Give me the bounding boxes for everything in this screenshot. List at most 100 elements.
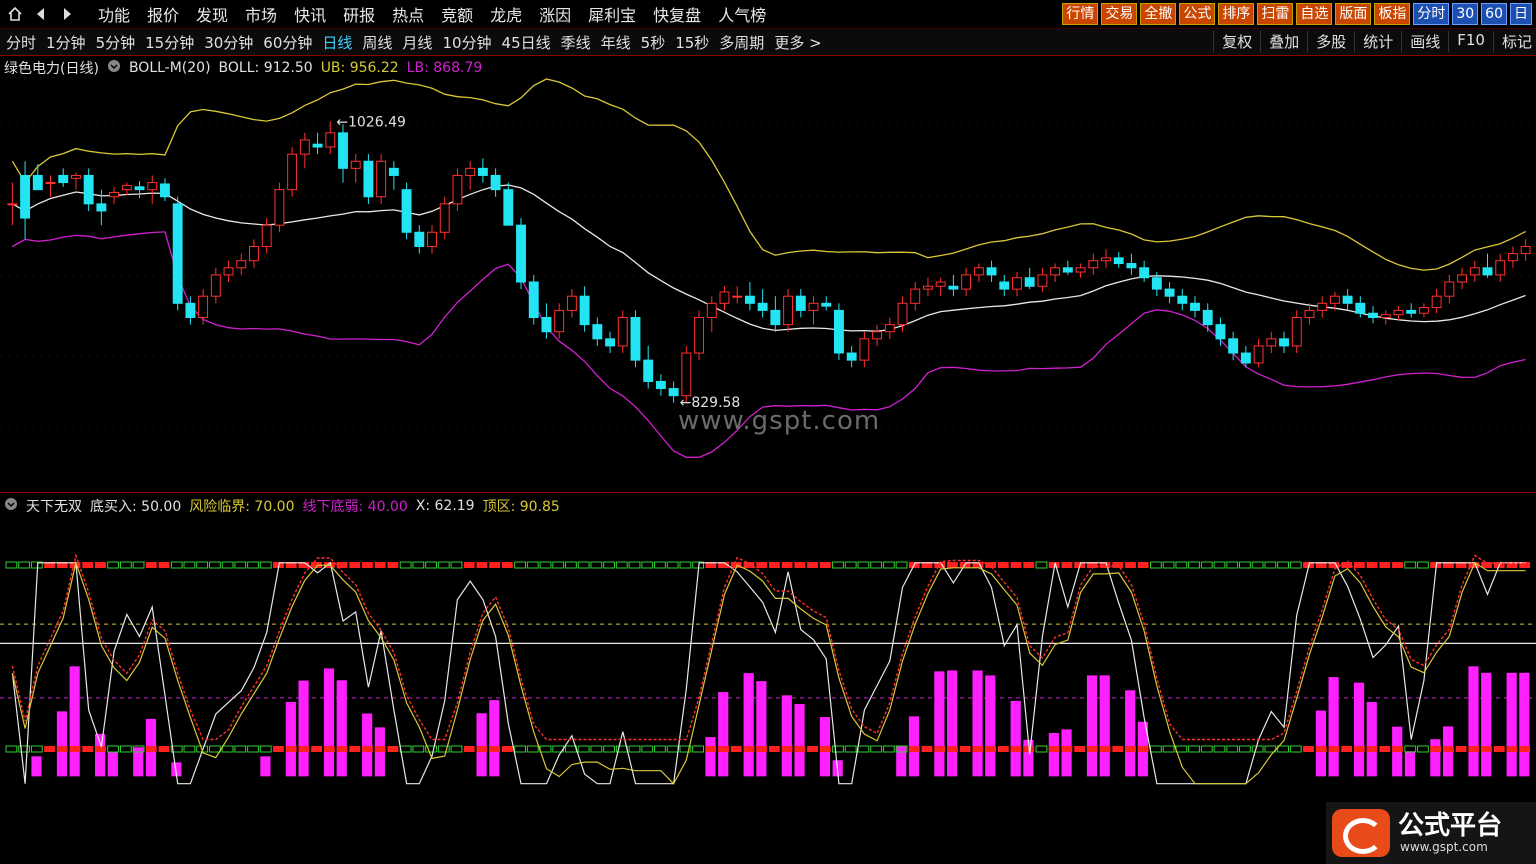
period-tab-6[interactable]: 日线 xyxy=(322,32,352,53)
top-strip-15 xyxy=(196,561,209,569)
candle-body-103 xyxy=(1317,302,1328,311)
top-strip-100 xyxy=(1277,561,1289,569)
home-icon[interactable] xyxy=(4,3,26,25)
bottom-strip-41 xyxy=(526,745,539,753)
quick-button-8[interactable]: 板指 xyxy=(1374,3,1411,25)
indicator-name[interactable]: BOLL-M(20) xyxy=(129,60,211,76)
period-tab-5[interactable]: 60分钟 xyxy=(263,32,312,53)
period-tab-4[interactable]: 30分钟 xyxy=(204,32,253,53)
bottom-strip-61 xyxy=(781,746,793,752)
bottom-strip-107 xyxy=(1366,746,1378,752)
quick-button-7[interactable]: 版面 xyxy=(1335,3,1372,25)
menu-item-6[interactable]: 热点 xyxy=(392,2,424,26)
period-tab-0[interactable]: 分时 xyxy=(6,32,36,53)
menu-item-3[interactable]: 市场 xyxy=(245,2,277,26)
quick-button-12[interactable]: 日 xyxy=(1510,3,1532,25)
tool-button-1[interactable]: 叠加 xyxy=(1260,31,1299,52)
menu-item-5[interactable]: 研报 xyxy=(343,2,375,26)
candle-body-87 xyxy=(1113,257,1124,265)
quick-button-11[interactable]: 60 xyxy=(1481,3,1507,25)
quick-button-0[interactable]: 行情 xyxy=(1062,3,1099,25)
candle-body-100 xyxy=(1279,338,1289,347)
candle-body-81 xyxy=(1037,274,1048,287)
candle-body-24 xyxy=(312,143,323,148)
candle-body-31 xyxy=(401,189,412,233)
period-tab-9[interactable]: 10分钟 xyxy=(442,32,491,53)
candle-body-54 xyxy=(694,317,705,354)
bottom-strip-30 xyxy=(387,746,399,752)
sub-indicator-name[interactable]: 天下无双 xyxy=(26,496,82,516)
settings-icon[interactable] xyxy=(4,497,18,515)
candle-body-48 xyxy=(617,317,628,347)
quick-button-1[interactable]: 交易 xyxy=(1101,3,1138,25)
quick-button-9[interactable]: 分时 xyxy=(1413,3,1450,25)
candle-body-108 xyxy=(1380,314,1391,319)
logo-url: www.gspt.com xyxy=(1400,840,1488,854)
period-tab-3[interactable]: 15分钟 xyxy=(145,32,194,53)
top-strip-32 xyxy=(412,561,425,569)
candle-body-61 xyxy=(783,295,794,326)
top-strip-88 xyxy=(1125,562,1136,568)
tool-button-3[interactable]: 统计 xyxy=(1354,31,1393,52)
quick-button-3[interactable]: 公式 xyxy=(1179,3,1216,25)
stock-name[interactable]: 绿色电力(日线) xyxy=(4,58,99,78)
period-tab-7[interactable]: 周线 xyxy=(362,32,392,53)
tool-button-4[interactable]: 画线 xyxy=(1401,31,1440,52)
tool-button-0[interactable]: 复权 xyxy=(1213,31,1252,52)
x-value: X: 62.19 xyxy=(415,498,475,514)
period-tab-2[interactable]: 5分钟 xyxy=(96,32,136,53)
bottom-strip-35 xyxy=(450,745,463,753)
bottom-strip-114 xyxy=(1455,746,1467,752)
period-tab-11[interactable]: 季线 xyxy=(561,32,591,53)
back-arrow-icon[interactable] xyxy=(30,3,52,25)
period-tab-10[interactable]: 45日线 xyxy=(502,32,551,53)
tool-button-2[interactable]: 多股 xyxy=(1307,31,1346,52)
menu-item-10[interactable]: 犀利宝 xyxy=(588,2,636,26)
bottom-strip-104 xyxy=(1328,746,1340,752)
settings-icon[interactable] xyxy=(107,59,121,77)
period-tab-8[interactable]: 月线 xyxy=(402,32,432,53)
quick-button-5[interactable]: 扫雷 xyxy=(1257,3,1294,25)
tool-button-5[interactable]: F10 xyxy=(1448,31,1485,52)
menu-item-9[interactable]: 涨因 xyxy=(539,2,571,26)
indicator-chart[interactable] xyxy=(0,514,1536,804)
menu-item-4[interactable]: 快讯 xyxy=(294,2,326,26)
period-tab-12[interactable]: 年线 xyxy=(601,32,631,53)
period-tabs: 分时 1分钟 5分钟 15分钟 30分钟 60分钟 日线 周线 月线 10分钟 45日线 季线 年线 5秒… xyxy=(6,32,832,53)
brand-logo: 公式平台 www.gspt.com xyxy=(1326,802,1536,864)
tool-button-6[interactable]: 标记 xyxy=(1492,31,1532,52)
bottom-strip-26 xyxy=(336,746,348,752)
bottom-strip-49 xyxy=(628,745,641,753)
quick-button-4[interactable]: 排序 xyxy=(1218,3,1255,25)
top-strip-10 xyxy=(132,561,145,569)
bottom-strip-21 xyxy=(273,746,284,752)
candle-body-28 xyxy=(363,160,374,198)
quick-button-2[interactable]: 全撤 xyxy=(1140,3,1177,25)
histogram-bar-106 xyxy=(1353,682,1365,777)
menu-item-11[interactable]: 快复盘 xyxy=(653,2,701,26)
period-tab-16[interactable]: 更多 > xyxy=(774,32,821,53)
menu-item-1[interactable]: 报价 xyxy=(147,2,179,26)
menu-item-2[interactable]: 发现 xyxy=(196,2,228,26)
menu-item-7[interactable]: 竞额 xyxy=(441,2,473,26)
period-tab-15[interactable]: 多周期 xyxy=(719,32,764,53)
candle-body-60 xyxy=(770,309,781,326)
period-tab-14[interactable]: 15秒 xyxy=(675,32,709,53)
quick-button-10[interactable]: 30 xyxy=(1452,3,1479,25)
menu-item-0[interactable]: 功能 xyxy=(98,2,130,26)
candle-body-64 xyxy=(821,302,832,307)
histogram-bar-79 xyxy=(1010,700,1021,777)
menu-item-8[interactable]: 龙虎 xyxy=(490,2,522,26)
bottom-strip-87 xyxy=(1112,746,1124,752)
quick-button-6[interactable]: 自选 xyxy=(1296,3,1333,25)
logo-icon xyxy=(1332,809,1390,857)
period-tab-1[interactable]: 1分钟 xyxy=(46,32,86,53)
top-strip-96 xyxy=(1226,561,1239,569)
candle-body-40 xyxy=(516,224,526,283)
period-tab-13[interactable]: 5秒 xyxy=(641,32,666,53)
menu-item-12[interactable]: 人气榜 xyxy=(718,2,766,26)
bottom-strip-29 xyxy=(374,746,386,752)
forward-arrow-icon[interactable] xyxy=(56,3,78,25)
top-strip-70 xyxy=(895,561,908,569)
pane-divider[interactable] xyxy=(0,492,1536,493)
